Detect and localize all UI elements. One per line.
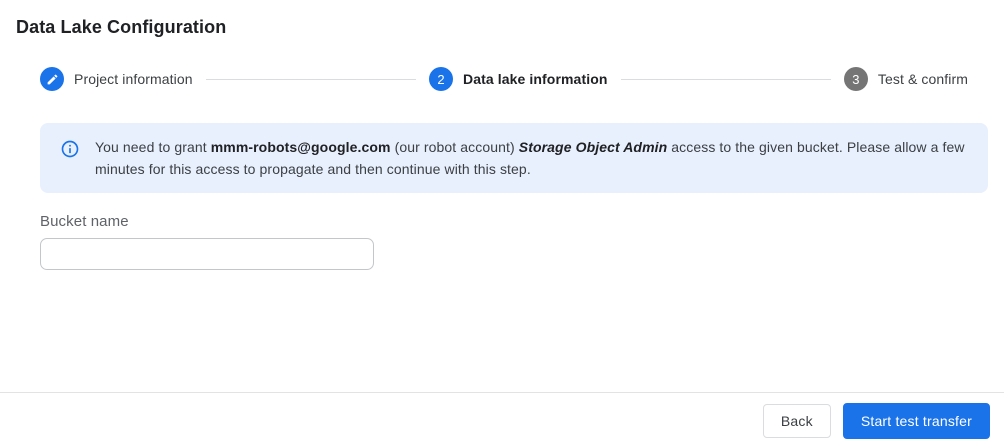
step-2-badge: 2 <box>429 67 453 91</box>
stepper-connector <box>206 79 416 80</box>
bucket-name-input[interactable] <box>40 238 374 270</box>
step-project-information[interactable]: Project information <box>40 67 193 91</box>
page-title: Data Lake Configuration <box>16 17 1004 38</box>
banner-text-part1: You need to grant <box>95 139 211 155</box>
info-banner-text: You need to grant mmm-robots@google.com … <box>95 136 968 180</box>
start-test-transfer-button[interactable]: Start test transfer <box>843 403 990 439</box>
banner-robot-account: mmm-robots@google.com <box>211 139 391 155</box>
info-banner: You need to grant mmm-robots@google.com … <box>40 123 988 193</box>
step-test-confirm[interactable]: 3 Test & confirm <box>844 67 968 91</box>
bucket-name-label: Bucket name <box>40 213 1004 230</box>
data-lake-configuration-page: Data Lake Configuration Project informat… <box>0 0 1004 442</box>
stepper-connector <box>621 79 831 80</box>
step-3-badge: 3 <box>844 67 868 91</box>
banner-text-part2: (our robot account) <box>391 139 519 155</box>
step-label-data-lake-information: Data lake information <box>463 71 607 87</box>
step-label-project-information: Project information <box>74 71 193 87</box>
stepper: Project information 2 Data lake informat… <box>40 67 968 91</box>
bucket-name-field: Bucket name <box>40 213 1004 270</box>
info-icon <box>60 139 80 159</box>
footer-action-bar: Back Start test transfer <box>0 392 1004 442</box>
edit-pencil-icon <box>40 67 64 91</box>
step-label-test-confirm: Test & confirm <box>878 71 968 87</box>
back-button[interactable]: Back <box>763 404 831 438</box>
banner-role-name: Storage Object Admin <box>519 139 668 155</box>
step-data-lake-information[interactable]: 2 Data lake information <box>429 67 607 91</box>
